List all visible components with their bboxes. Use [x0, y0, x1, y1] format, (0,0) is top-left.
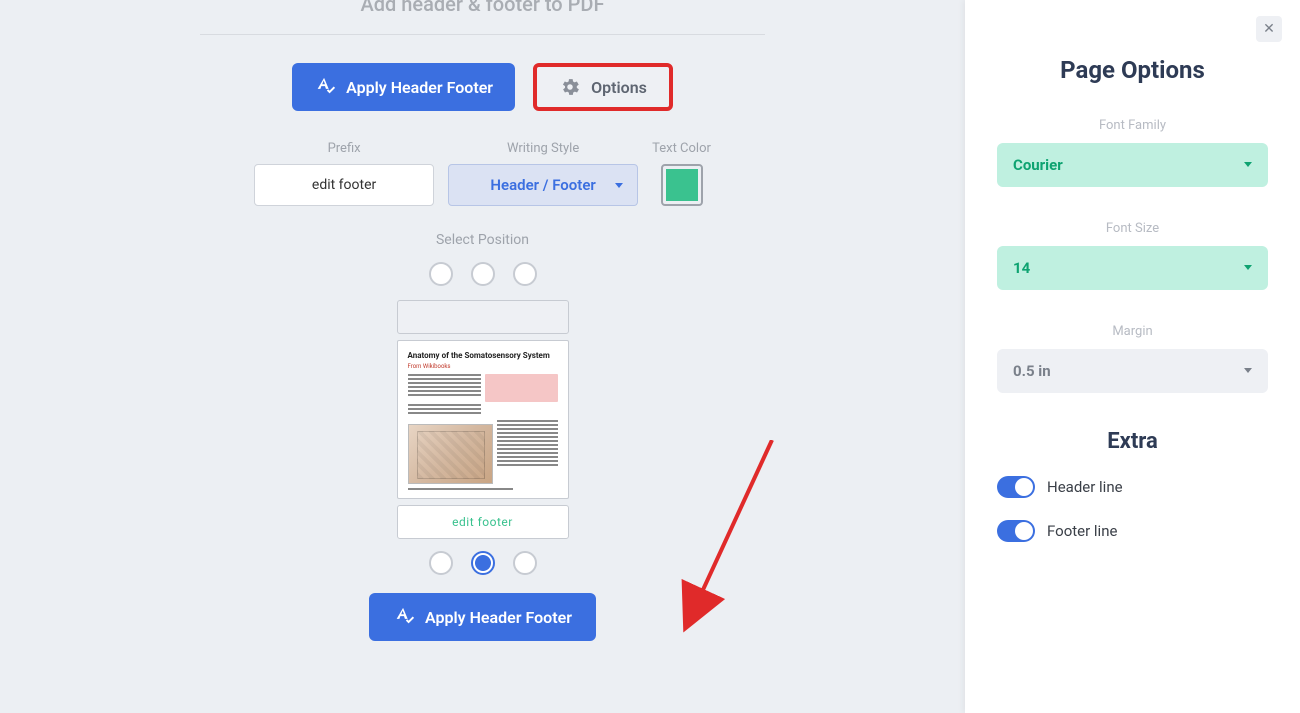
divider	[200, 34, 765, 35]
preview-document: Anatomy of the Somatosensory System From…	[397, 340, 569, 499]
margin-label: Margin	[997, 324, 1268, 339]
page-options-panel: ✕ Page Options Font Family Courier Font …	[965, 0, 1300, 713]
annotation-arrow	[680, 440, 800, 640]
header-line-label: Header line	[1047, 478, 1123, 496]
text-color-label: Text Color	[652, 141, 711, 156]
select-position-label: Select Position	[0, 232, 965, 248]
position-top-right[interactable]	[513, 262, 537, 286]
apply-button-label: Apply Header Footer	[425, 608, 572, 627]
position-top-center[interactable]	[471, 262, 495, 286]
options-tab-label: Options	[591, 78, 647, 97]
font-size-select[interactable]: 14	[997, 246, 1268, 290]
apply-tab-label: Apply Header Footer	[346, 78, 493, 97]
extra-section-title: Extra	[997, 429, 1268, 454]
gears-icon	[559, 76, 581, 98]
doc-heading: Anatomy of the Somatosensory System	[408, 351, 558, 360]
prefix-input[interactable]	[254, 164, 434, 206]
writing-style-label: Writing Style	[507, 141, 579, 156]
font-family-select[interactable]: Courier	[997, 143, 1268, 187]
close-icon[interactable]: ✕	[1256, 16, 1282, 42]
font-size-value: 14	[1013, 259, 1030, 277]
options-tab[interactable]: Options	[533, 63, 673, 111]
apply-header-footer-tab[interactable]: Apply Header Footer	[292, 63, 515, 111]
position-top-left[interactable]	[429, 262, 453, 286]
sidebar-title: Page Options	[997, 56, 1268, 84]
position-bottom-left[interactable]	[429, 551, 453, 575]
preview-footer-slot[interactable]: edit footer	[397, 505, 569, 539]
position-bottom-center[interactable]	[471, 551, 495, 575]
prefix-label: Prefix	[328, 141, 361, 156]
page-preview: Anatomy of the Somatosensory System From…	[397, 300, 569, 539]
spellcheck-icon	[393, 606, 415, 628]
preview-footer-text: edit footer	[452, 515, 513, 529]
footer-line-label: Footer line	[1047, 522, 1117, 540]
text-color-picker[interactable]	[661, 164, 703, 206]
footer-line-toggle[interactable]	[997, 520, 1035, 542]
page-title: Add header & footer to PDF	[0, 0, 965, 16]
margin-value: 0.5 in	[1013, 362, 1051, 380]
font-family-value: Courier	[1013, 156, 1063, 174]
doc-subtitle: From Wikibooks	[408, 363, 558, 370]
font-size-label: Font Size	[997, 221, 1268, 236]
header-line-toggle[interactable]	[997, 476, 1035, 498]
margin-select[interactable]: 0.5 in	[997, 349, 1268, 393]
writing-style-value: Header / Footer	[490, 176, 595, 194]
text-color-swatch	[666, 169, 698, 201]
spellcheck-icon	[314, 76, 336, 98]
apply-header-footer-button[interactable]: Apply Header Footer	[369, 593, 596, 641]
writing-style-select[interactable]: Header / Footer	[448, 164, 638, 206]
position-bottom-right[interactable]	[513, 551, 537, 575]
preview-header-slot[interactable]	[397, 300, 569, 334]
doc-illustration	[408, 424, 493, 484]
font-family-label: Font Family	[997, 118, 1268, 133]
doc-callout	[485, 374, 558, 402]
